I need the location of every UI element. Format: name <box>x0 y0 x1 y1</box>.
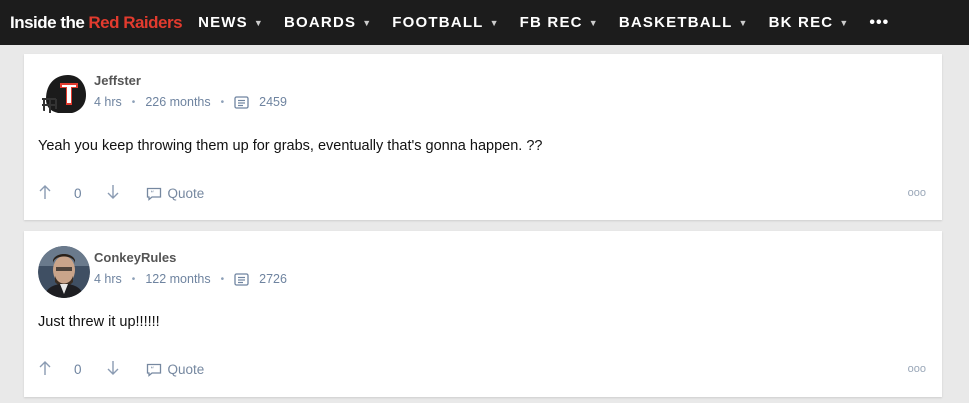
post-body: Just threw it up!!!!!! <box>38 314 160 330</box>
quote-icon: “ <box>146 187 161 201</box>
post-body: Yeah you keep throwing them up for grabs… <box>38 138 543 154</box>
nav-item-news[interactable]: NEWS ▼ <box>198 14 264 31</box>
post-time: 4 hrs <box>94 95 122 109</box>
more-options-icon[interactable]: ooo <box>908 187 926 199</box>
username[interactable]: Jeffster <box>94 73 141 88</box>
downvote-icon[interactable] <box>106 184 120 203</box>
upvote-icon[interactable] <box>38 184 52 203</box>
chevron-down-icon: ▼ <box>362 17 373 28</box>
nav-item-bk-rec[interactable]: BK REC ▼ <box>769 14 850 31</box>
svg-text:“: “ <box>150 365 154 373</box>
upvote-icon[interactable] <box>38 360 52 379</box>
post-time: 4 hrs <box>94 272 122 286</box>
separator-dot: • <box>131 96 136 108</box>
avatar[interactable] <box>38 69 90 121</box>
vote-count: 0 <box>74 186 82 201</box>
quote-label: Quote <box>167 362 205 377</box>
nav-item-label: NEWS <box>198 14 248 31</box>
quote-label: Quote <box>167 186 205 201</box>
nav-item-label: BK REC <box>768 14 834 31</box>
username[interactable]: ConkeyRules <box>94 250 176 265</box>
member-tenure: 226 months <box>145 95 211 109</box>
more-options-icon[interactable]: ooo <box>908 363 926 375</box>
post-count: 2459 <box>259 95 287 109</box>
nav-item-football[interactable]: FOOTBALL ▼ <box>392 14 499 31</box>
user-photo-icon <box>38 246 90 298</box>
post-card: ConkeyRules 4 hrs • 122 months • 2726 Ju… <box>24 231 942 397</box>
nav-item-fb-rec[interactable]: FB REC ▼ <box>520 14 599 31</box>
svg-text:“: “ <box>150 189 154 197</box>
nav-item-basketball[interactable]: BASKETBALL ▼ <box>619 14 749 31</box>
site-logo[interactable]: Inside the Red Raiders <box>10 12 183 33</box>
more-menu-icon[interactable]: ••• <box>869 14 889 32</box>
separator-dot: • <box>220 273 225 285</box>
chevron-down-icon: ▼ <box>839 17 850 28</box>
separator-dot: • <box>220 96 225 108</box>
top-navigation-bar: Inside the Red Raiders NEWS ▼ BOARDS ▼ F… <box>0 0 969 45</box>
avatar[interactable] <box>38 246 90 298</box>
quote-icon: “ <box>146 363 161 377</box>
chevron-down-icon: ▼ <box>489 17 500 28</box>
quote-button[interactable]: “ Quote <box>146 362 205 377</box>
post-actions: 0 “ Quote <box>38 184 204 203</box>
post-meta: 4 hrs • 122 months • 2726 <box>94 272 287 286</box>
thread-content: Jeffster 4 hrs • 226 months • 2459 Yeah … <box>0 45 969 403</box>
posts-count-icon <box>234 95 249 109</box>
post-actions: 0 “ Quote <box>38 360 204 379</box>
nav-item-label: FOOTBALL <box>392 14 484 31</box>
logo-text-white: Inside the <box>10 12 85 32</box>
downvote-icon[interactable] <box>106 360 120 379</box>
nav-item-label: BOARDS <box>283 14 357 31</box>
vote-count: 0 <box>74 362 82 377</box>
member-tenure: 122 months <box>145 272 211 286</box>
post-count: 2726 <box>259 272 287 286</box>
quote-button[interactable]: “ Quote <box>146 186 205 201</box>
post-meta: 4 hrs • 226 months • 2459 <box>94 95 287 109</box>
post-card: Jeffster 4 hrs • 226 months • 2459 Yeah … <box>24 54 942 220</box>
main-menu: NEWS ▼ BOARDS ▼ FOOTBALL ▼ FB REC ▼ BASK… <box>198 14 889 32</box>
chevron-down-icon: ▼ <box>588 17 599 28</box>
logo-text-red: Red Raiders <box>88 12 183 32</box>
chevron-down-icon: ▼ <box>253 17 264 28</box>
nav-item-label: FB REC <box>519 14 583 31</box>
chevron-down-icon: ▼ <box>738 17 749 28</box>
helmet-icon <box>38 69 90 121</box>
nav-item-label: BASKETBALL <box>618 14 733 31</box>
posts-count-icon <box>234 272 249 286</box>
separator-dot: • <box>131 273 136 285</box>
nav-item-boards[interactable]: BOARDS ▼ <box>284 14 372 31</box>
